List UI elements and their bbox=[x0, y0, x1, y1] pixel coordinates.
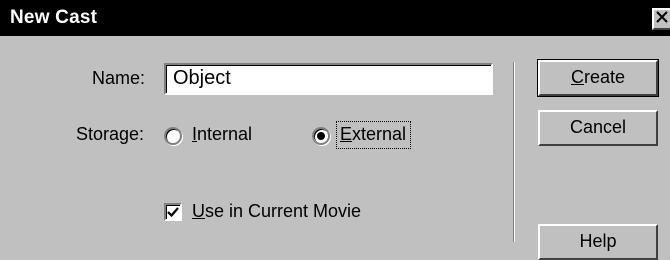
title-bar: New Cast bbox=[0, 0, 670, 36]
storage-external-label-rest: xternal bbox=[352, 124, 407, 144]
window-title: New Cast bbox=[10, 7, 98, 28]
name-field[interactable]: Object bbox=[164, 63, 493, 95]
create-button[interactable]: Create bbox=[537, 59, 659, 97]
use-in-current-movie-label-rest: se in Current Movie bbox=[205, 201, 362, 221]
create-button-rest: reate bbox=[583, 67, 626, 87]
dialog-body: Name: Object Storage: Internal External … bbox=[0, 36, 670, 260]
cancel-button[interactable]: Cancel bbox=[538, 110, 658, 146]
storage-external-radio[interactable] bbox=[312, 127, 330, 145]
help-button[interactable]: Help bbox=[538, 224, 658, 260]
use-in-current-movie-label[interactable]: Use in Current Movie bbox=[192, 201, 361, 222]
close-button[interactable] bbox=[652, 8, 670, 30]
storage-external-label[interactable]: External bbox=[340, 124, 406, 145]
storage-internal-label-rest: nternal bbox=[197, 124, 253, 144]
radio-selected-dot bbox=[317, 132, 325, 140]
storage-label: Storage: bbox=[76, 124, 145, 144]
vertical-separator bbox=[513, 62, 515, 242]
use-in-current-movie-checkbox[interactable] bbox=[164, 203, 182, 221]
storage-internal-radio[interactable] bbox=[164, 127, 182, 145]
name-label: Name: bbox=[92, 68, 146, 88]
storage-internal-label[interactable]: Internal bbox=[192, 124, 252, 145]
close-icon bbox=[656, 9, 668, 28]
checkmark-icon bbox=[167, 207, 179, 218]
